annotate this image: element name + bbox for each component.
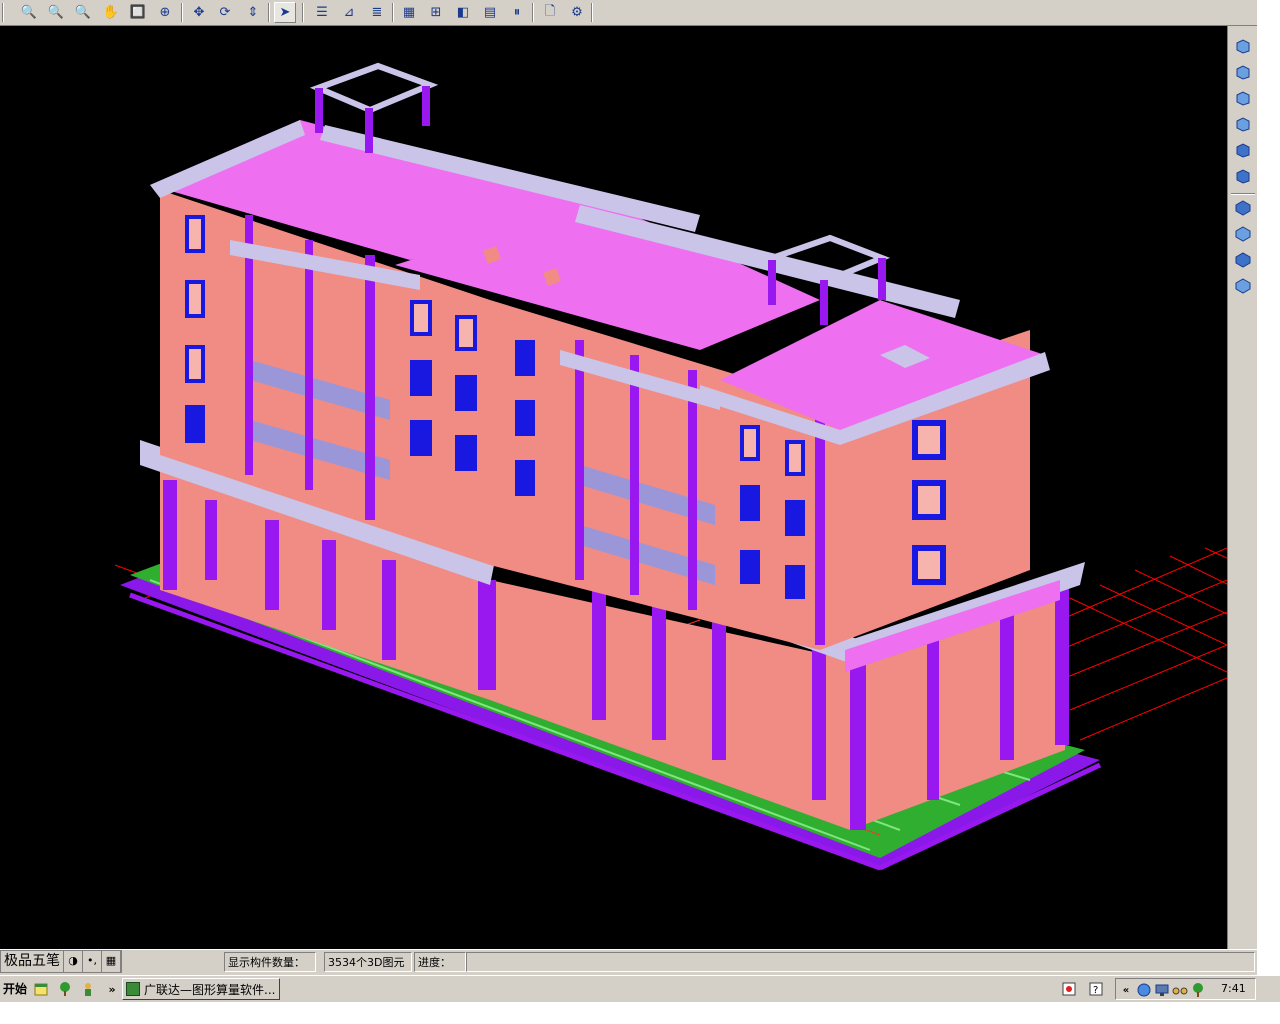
component-count-label: 显示构件数量：: [224, 952, 316, 972]
nw-iso-icon[interactable]: [1233, 276, 1253, 296]
sw-iso-icon[interactable]: [1233, 198, 1253, 218]
right-view-icon[interactable]: [1233, 114, 1253, 134]
top-view-icon[interactable]: [1233, 36, 1253, 56]
axis-icon[interactable]: ⊿: [338, 2, 360, 23]
ime-toolbar[interactable]: 极品五笔 ◑ •, ▦: [0, 950, 122, 973]
preview-icon[interactable]: 🗋: [539, 2, 561, 23]
select-icon[interactable]: ➤: [274, 2, 296, 23]
status-bar: 极品五笔 ◑ •, ▦ 显示构件数量： 3534个3D图元 进度：: [0, 949, 1257, 975]
pause-icon[interactable]: ⏸: [506, 2, 528, 23]
progress-label: 进度：: [414, 952, 466, 972]
zoom-in-icon[interactable]: 🔍: [18, 2, 40, 23]
ime-name[interactable]: 极品五笔: [1, 951, 64, 972]
pan-icon[interactable]: ✥: [188, 2, 210, 23]
tray-tree-icon[interactable]: [1190, 982, 1206, 998]
tray-glasses-icon[interactable]: [1172, 982, 1188, 998]
toolbar-separator: [392, 3, 394, 22]
properties-icon[interactable]: ▤: [479, 2, 501, 23]
zoom-window-icon[interactable]: 🔲: [127, 2, 149, 23]
toolbar-separator: [302, 3, 304, 22]
progress-value: [466, 952, 1255, 972]
toolbar-separator: [2, 3, 4, 22]
ne-iso-icon[interactable]: [1233, 250, 1253, 270]
zoom-out-icon[interactable]: 🔍: [45, 2, 67, 23]
toolbar-separator: [268, 3, 270, 22]
quick-launch-calendar-icon[interactable]: [33, 981, 49, 997]
view-toolbar: [1227, 26, 1257, 949]
zoom-pan-icon[interactable]: ✋: [100, 2, 122, 23]
back-view-icon[interactable]: [1233, 166, 1253, 186]
settings-icon[interactable]: ⚙: [566, 2, 588, 23]
taskbar-app-button[interactable]: 广联达—图形算量软件...: [122, 978, 280, 1000]
toolbar-separator: [532, 3, 534, 22]
view-3d-icon[interactable]: ◧: [452, 2, 474, 23]
tray-network-icon[interactable]: [1136, 982, 1152, 998]
tray-help-icon[interactable]: ?: [1088, 981, 1104, 997]
se-iso-icon[interactable]: [1233, 224, 1253, 244]
table-edit-icon[interactable]: ⊞: [425, 2, 447, 23]
building-3d-model[interactable]: [0, 26, 1227, 949]
quick-launch-person-icon[interactable]: [80, 981, 96, 997]
list-icon[interactable]: ≣: [366, 2, 388, 23]
tray-monitor-icon[interactable]: [1154, 982, 1170, 998]
zoom-realtime-icon[interactable]: 🔍: [72, 2, 94, 23]
component-count-value: 3534个3D图元: [324, 952, 412, 972]
toolbar-separator: [591, 3, 593, 22]
bottom-view-icon[interactable]: [1233, 62, 1253, 82]
orbit-icon[interactable]: ⟳: [214, 2, 236, 23]
move-icon[interactable]: ⇕: [242, 2, 264, 23]
start-button[interactable]: 开始: [0, 978, 30, 1000]
zoom-extents-icon[interactable]: ⊕: [154, 2, 176, 23]
layer-icon[interactable]: ☰: [311, 2, 333, 23]
ime-keyboard-icon[interactable]: ▦: [102, 951, 121, 972]
main-toolbar: 🔍 🔍 🔍 ✋ 🔲 ⊕ ✥ ⟳ ⇕ ➤ ☰ ⊿ ≣ ▦ ⊞ ◧ ▤ ⏸ 🗋 ⚙: [0, 0, 1280, 26]
grid-icon[interactable]: ▦: [398, 2, 420, 23]
quick-launch-tree-icon[interactable]: [57, 981, 73, 997]
clock[interactable]: 7:41: [1221, 979, 1246, 999]
left-view-icon[interactable]: [1233, 88, 1253, 108]
view-toolbar-separator: [1231, 193, 1255, 195]
ime-punct-icon[interactable]: •,: [83, 951, 102, 972]
toolbar-separator: [181, 3, 183, 22]
quick-launch-more-icon[interactable]: »: [104, 981, 120, 997]
ime-moon-icon[interactable]: ◑: [64, 951, 83, 972]
3d-viewport[interactable]: [0, 26, 1227, 949]
tray-record-icon[interactable]: [1061, 981, 1077, 997]
screen-bottom-edge: [0, 1002, 1280, 1024]
taskbar-app-label: 广联达—图形算量软件...: [144, 982, 276, 997]
app-icon: [126, 982, 140, 996]
svg-text:?: ?: [1093, 985, 1098, 996]
taskbar: 开始 » 广联达—图形算量软件... ? « 7:41: [0, 975, 1280, 1002]
system-tray: « 7:41: [1115, 978, 1256, 1000]
window-edge: [1257, 0, 1280, 975]
front-view-icon[interactable]: [1233, 140, 1253, 160]
tray-expand-icon[interactable]: «: [1118, 982, 1134, 998]
